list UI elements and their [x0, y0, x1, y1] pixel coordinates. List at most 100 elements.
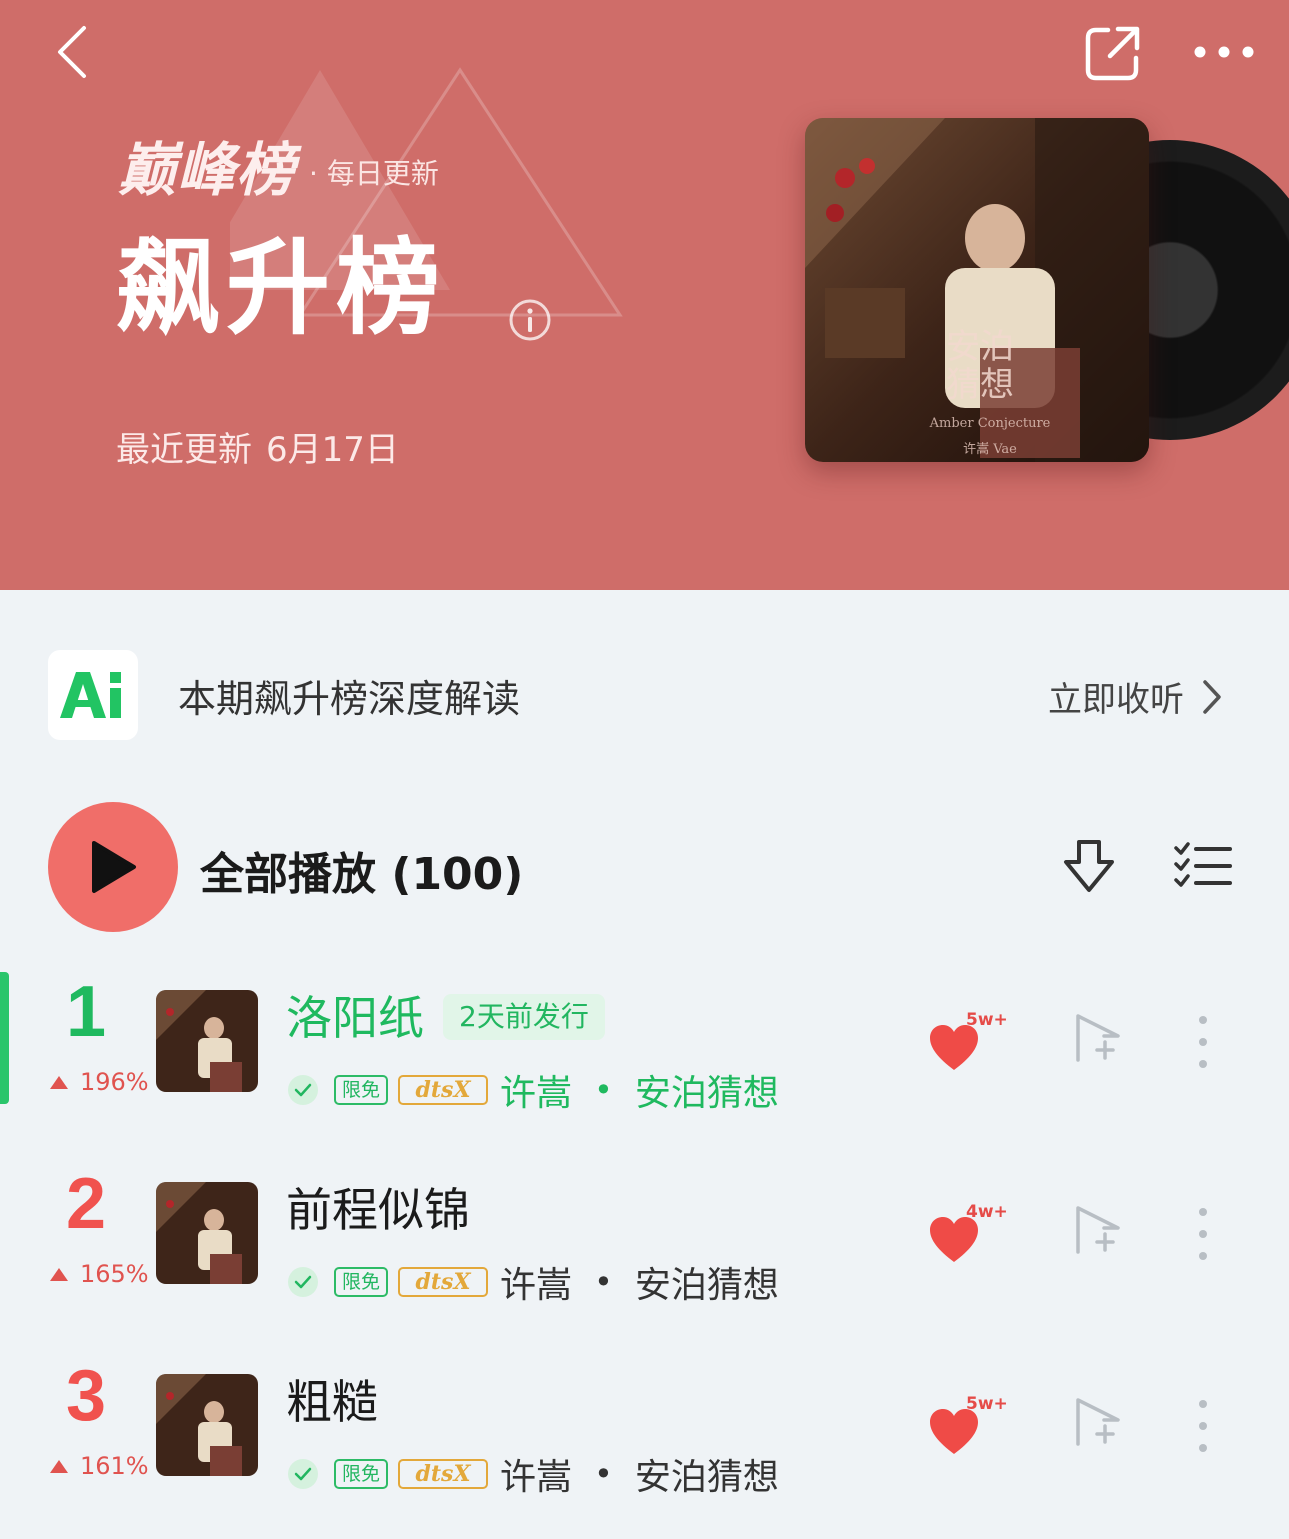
ai-logo-icon: [60, 672, 121, 718]
song-title: 粗糙: [286, 1375, 378, 1429]
song-title: 前程似锦: [286, 1183, 470, 1237]
add-to-playlist-icon: [1076, 1014, 1120, 1062]
listen-now-label: 立即收听: [1048, 680, 1184, 720]
artist-name[interactable]: 许嵩: [500, 1256, 572, 1308]
ai-insight-banner[interactable]: 本期飙升榜深度解读 立即收听: [48, 650, 1238, 740]
now-playing-indicator: [0, 972, 9, 1104]
dtsx-tag: dtsX: [398, 1459, 489, 1489]
play-all-button[interactable]: [48, 802, 178, 932]
like-count: 5w+: [966, 1394, 1008, 1414]
share-icon: [1085, 26, 1140, 81]
album-cover[interactable]: 安泊 猜想 Amber Conjecture 许嵩 Vae: [805, 118, 1149, 462]
brand-label: 巅峰榜: [118, 136, 296, 204]
download-icon: [1064, 840, 1114, 892]
free-tag: 限免: [334, 1459, 389, 1489]
dtsx-tag: dtsX: [398, 1075, 489, 1105]
like-button[interactable]: 5w+: [928, 1394, 1018, 1456]
meta-separator: •: [594, 1455, 613, 1493]
rank-number: 1: [65, 972, 107, 1052]
add-to-playlist-icon: [1076, 1206, 1120, 1254]
more-vertical-icon: [1199, 1400, 1207, 1452]
rank-change-value: 196%: [80, 1068, 149, 1096]
artist-name[interactable]: 许嵩: [500, 1064, 572, 1116]
song-thumbnail-art: [156, 1374, 258, 1476]
song-thumbnail-art: [156, 990, 258, 1092]
like-button[interactable]: 5w+: [928, 1010, 1018, 1072]
song-row[interactable]: 3 161% 粗糙 限免 dtsX 许嵩 • 安泊猜想 5w+: [0, 1356, 1289, 1506]
listen-now-button[interactable]: 立即收听: [1048, 672, 1224, 721]
multi-select-icon: [1174, 842, 1232, 887]
free-tag: 限免: [334, 1267, 389, 1297]
song-row[interactable]: 2 165% 前程似锦 限免 dtsX 许嵩 • 安泊猜想 4w+: [0, 1164, 1289, 1314]
update-info: 最近更新 6月17日: [116, 422, 399, 471]
chevron-right-icon: [1203, 679, 1221, 714]
ai-logo: [48, 650, 138, 740]
dtsx-tag: dtsX: [398, 1267, 489, 1297]
song-thumbnail-art: [156, 1182, 258, 1284]
play-all-label[interactable]: 全部播放 (100): [200, 838, 523, 902]
like-button[interactable]: 4w+: [928, 1202, 1018, 1264]
album-name[interactable]: 安泊猜想: [635, 1256, 779, 1308]
verified-check-icon: [288, 1075, 318, 1105]
cover-subtitle: Amber Conjecture: [929, 416, 1051, 431]
cover-artist: 许嵩 Vae: [963, 442, 1017, 457]
play-icon: [92, 841, 136, 893]
info-icon: [509, 299, 551, 341]
song-row[interactable]: 1 196% 洛阳纸 2天前发行 限免 dtsX 许嵩 • 安泊猜想 5w+: [0, 972, 1289, 1122]
cover-title-line1: 安泊: [946, 327, 1014, 367]
play-all-text: 全部播放: [200, 849, 376, 900]
rank-change: 161%: [50, 1452, 149, 1480]
trend-up-icon: [50, 1075, 68, 1089]
album-name[interactable]: 安泊猜想: [635, 1448, 779, 1500]
ai-banner-text: 本期飙升榜深度解读: [178, 676, 521, 721]
update-date: 6月17日: [266, 430, 399, 470]
trend-up-icon: [50, 1267, 68, 1281]
song-more-button[interactable]: [1196, 1396, 1210, 1456]
song-thumbnail[interactable]: [156, 990, 258, 1092]
heart-icon: [930, 1217, 978, 1262]
rank-number: 3: [65, 1356, 107, 1436]
song-meta: 限免 dtsX 许嵩 • 安泊猜想: [288, 1064, 779, 1116]
free-tag: 限免: [334, 1075, 389, 1105]
chart-title: 飙升榜: [116, 227, 447, 349]
meta-separator: •: [594, 1071, 613, 1109]
add-to-playlist-button[interactable]: [1072, 1204, 1124, 1256]
add-to-playlist-icon: [1076, 1398, 1120, 1446]
song-meta: 限免 dtsX 许嵩 • 安泊猜想: [288, 1256, 779, 1308]
cover-title-line2: 猜想: [946, 365, 1014, 405]
add-to-playlist-button[interactable]: [1072, 1396, 1124, 1448]
download-all-button[interactable]: [1060, 838, 1118, 896]
share-button[interactable]: [1082, 22, 1144, 84]
song-more-button[interactable]: [1196, 1012, 1210, 1072]
back-button[interactable]: [52, 24, 100, 80]
album-cover-art: [805, 118, 1149, 462]
chart-header: 巅峰榜 · 每日更新 飙升榜 最近更新 6月17日 安泊 猜想 Amber Co…: [0, 0, 1289, 590]
heart-icon: [930, 1409, 978, 1454]
multi-select-button[interactable]: [1172, 840, 1234, 892]
more-options-button[interactable]: [1190, 32, 1260, 72]
song-title: 洛阳纸: [286, 991, 424, 1045]
artist-name[interactable]: 许嵩: [500, 1448, 572, 1500]
brand-row: 巅峰榜 · 每日更新: [118, 138, 439, 202]
cover-title: 安泊 猜想: [925, 328, 1035, 404]
verified-check-icon: [288, 1267, 318, 1297]
rank-change: 196%: [50, 1068, 149, 1096]
meta-separator: •: [594, 1263, 613, 1301]
like-count: 5w+: [966, 1010, 1008, 1030]
verified-check-icon: [288, 1459, 318, 1489]
brand-subtitle: · 每日更新: [309, 157, 439, 190]
play-all-count: (100): [391, 849, 524, 900]
info-button[interactable]: [508, 298, 552, 342]
song-thumbnail[interactable]: [156, 1374, 258, 1476]
heart-icon: [930, 1025, 978, 1070]
more-horizontal-icon: [1194, 46, 1254, 58]
trend-up-icon: [50, 1459, 68, 1473]
add-to-playlist-button[interactable]: [1072, 1012, 1124, 1064]
song-more-button[interactable]: [1196, 1204, 1210, 1264]
album-name[interactable]: 安泊猜想: [635, 1064, 779, 1116]
song-thumbnail[interactable]: [156, 1182, 258, 1284]
more-vertical-icon: [1199, 1016, 1207, 1068]
rank-change-value: 161%: [80, 1452, 149, 1480]
rank-number: 2: [65, 1164, 107, 1244]
more-vertical-icon: [1199, 1208, 1207, 1260]
